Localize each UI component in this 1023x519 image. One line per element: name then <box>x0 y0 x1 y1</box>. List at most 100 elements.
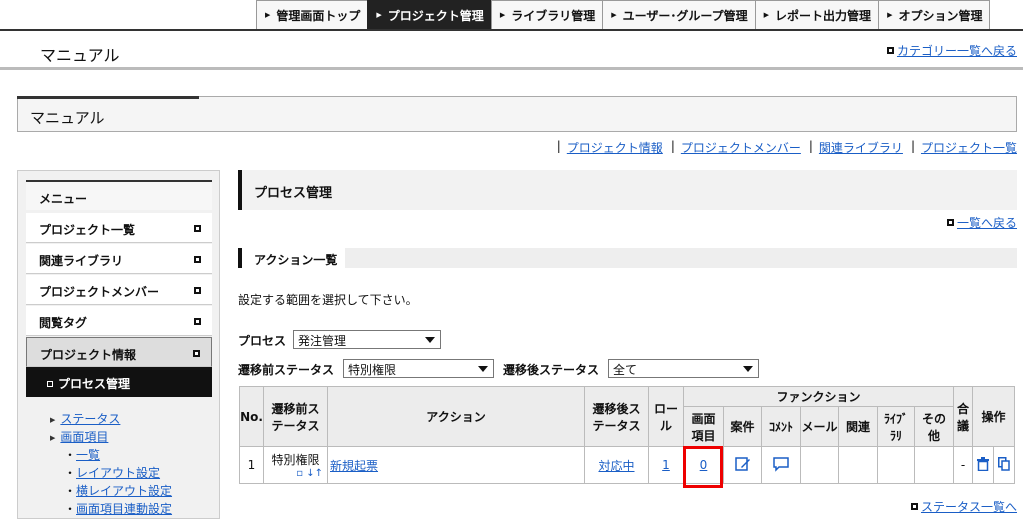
chevron-down-icon <box>743 366 753 372</box>
sidebar-sub2-linkage[interactable]: ・画面項目連動設定 <box>64 500 172 517</box>
square-bullet-icon <box>194 287 201 294</box>
col-other: その他 <box>914 406 954 447</box>
cell-before-status-text: 特別権限 <box>271 453 320 467</box>
cell-action: 新規起票 <box>327 446 585 484</box>
sort-icon[interactable]: ↓↑ <box>306 468 323 479</box>
before-status-label: 遷移前ステータス <box>238 363 335 377</box>
col-screen-items: 画面項目 <box>683 406 724 447</box>
nav-arrow-icon: ▶ <box>265 11 271 19</box>
nav-label: 管理画面トップ <box>276 8 361 23</box>
cell-copy <box>993 446 1015 484</box>
sidebar-sub2-horizontal-layout[interactable]: ・横レイアウト設定 <box>64 482 172 499</box>
nav-admin-top[interactable]: ▶ 管理画面トップ <box>256 0 368 30</box>
nav-label: ライブラリ管理 <box>511 8 596 23</box>
sidebar-sub-status[interactable]: ▶ ステータス <box>50 410 120 427</box>
sidebar-sub2-layout[interactable]: ・レイアウト設定 <box>64 464 160 481</box>
sidebar-sub2-label[interactable]: 横レイアウト設定 <box>76 484 172 498</box>
role-link[interactable]: 1 <box>662 458 670 472</box>
sidebar-sub2-label[interactable]: 一覧 <box>76 448 100 462</box>
nav-user-group-admin[interactable]: ▶ ユーザー･グループ管理 <box>602 0 755 30</box>
cell-other <box>914 446 954 484</box>
sidebar-item-project-info[interactable]: プロジェクト情報 <box>26 337 212 367</box>
link-separator: | <box>910 139 915 153</box>
nav-option-admin[interactable]: ▶ オプション管理 <box>878 0 991 30</box>
col-council: 合議 <box>953 386 973 447</box>
sidebar-item-process-admin[interactable]: プロセス管理 <box>26 367 212 397</box>
sidebar-sub-label[interactable]: ステータス <box>60 412 120 426</box>
col-after-status: 遷移後ステータス <box>584 386 649 447</box>
back-to-list-label[interactable]: 一覧へ戻る <box>957 216 1017 230</box>
nav-arrow-icon: ▶ <box>376 11 382 19</box>
link-project-list[interactable]: プロジェクト一覧 <box>921 139 1017 156</box>
action-list-header: アクション一覧 <box>238 248 1017 268</box>
sidebar-sub2-label[interactable]: 画面項目連動設定 <box>76 502 172 516</box>
before-status-select[interactable]: 特別権限 <box>343 359 494 378</box>
col-case: 案件 <box>723 406 762 447</box>
square-bullet-icon <box>946 219 954 226</box>
process-select[interactable]: 発注管理 <box>293 330 441 349</box>
sidebar-item-label: プロセス管理 <box>58 377 131 391</box>
cell-comment <box>761 446 801 484</box>
nav-report-admin[interactable]: ▶ レポート出力管理 <box>754 0 879 30</box>
col-function: ファンクション <box>683 386 954 407</box>
nav-arrow-icon: ▶ <box>763 11 770 19</box>
col-action: アクション <box>327 386 585 447</box>
back-to-category-label[interactable]: カテゴリー一覧へ戻る <box>897 44 1017 58</box>
cell-after-status: 対応中 <box>584 446 649 484</box>
sidebar-sub2-list[interactable]: ・一覧 <box>64 446 100 463</box>
square-bullet-icon <box>910 503 918 510</box>
link-related-library[interactable]: 関連ライブラリ <box>819 139 903 156</box>
action-link[interactable]: 新規起票 <box>330 459 378 473</box>
sidebar-menu: メニュー プロジェクト一覧 関連ライブラリ プロジェクトメンバー 閲覧タグ プロ… <box>17 170 220 519</box>
after-status-select[interactable]: 全て <box>608 359 759 378</box>
cell-delete <box>972 446 994 484</box>
back-to-category-link[interactable]: カテゴリー一覧へ戻る <box>886 42 1017 59</box>
sidebar-item-view-tags[interactable]: 閲覧タグ <box>26 306 212 336</box>
table-header-row: No. 遷移前ステータス アクション 遷移後ステータス ロール ファンクション … <box>239 386 1015 447</box>
sidebar-sub-screen-items[interactable]: ▶ 画面項目 <box>50 428 108 445</box>
square-bullet-icon <box>47 381 53 387</box>
link-project-members[interactable]: プロジェクトメンバー <box>681 139 801 156</box>
col-no: No. <box>239 386 264 447</box>
trash-icon[interactable] <box>977 456 989 471</box>
link-separator: | <box>808 139 813 153</box>
nav-project-admin[interactable]: ▶ プロジェクト管理 <box>367 0 491 30</box>
back-to-status-link[interactable]: ステータス一覧へ <box>910 498 1017 515</box>
back-to-status-label[interactable]: ステータス一覧へ <box>921 500 1017 514</box>
nav-arrow-icon: ▶ <box>499 11 506 19</box>
sidebar-item-label: 関連ライブラリ <box>39 254 124 268</box>
back-to-list-link[interactable]: 一覧へ戻る <box>946 214 1017 231</box>
top-navigation: ▶ 管理画面トップ ▶ プロジェクト管理 ▶ ライブラリ管理 ▶ ユーザー･グループ管理… <box>256 0 991 30</box>
link-project-info[interactable]: プロジェクト情報 <box>567 139 663 156</box>
sidebar-sub2-label[interactable]: レイアウト設定 <box>76 466 160 480</box>
cell-before-status-icons: ▫ ↓↑ <box>264 468 327 479</box>
cell-case <box>723 446 762 484</box>
nav-label: プロジェクト管理 <box>387 8 484 23</box>
sidebar-sub-label[interactable]: 画面項目 <box>60 430 108 444</box>
sidebar-item-label: プロジェクト一覧 <box>39 223 136 237</box>
sidebar-item-label: プロジェクト情報 <box>40 348 137 362</box>
document-icon[interactable]: ▫ <box>296 468 303 479</box>
square-bullet-icon <box>193 350 200 357</box>
comment-icon[interactable] <box>772 456 790 472</box>
col-library: ﾗｲﾌﾞﾗﾘ <box>877 406 915 447</box>
cell-related <box>838 446 878 484</box>
col-ops: 操作 <box>972 386 1015 447</box>
cell-mail <box>800 446 839 484</box>
col-related: 関連 <box>838 406 878 447</box>
project-title: マニュアル <box>30 109 105 127</box>
nav-library-admin[interactable]: ▶ ライブラリ管理 <box>490 0 603 30</box>
sidebar-item-project-list[interactable]: プロジェクト一覧 <box>26 213 212 243</box>
project-title-box: マニュアル <box>17 96 1017 132</box>
nav-arrow-icon: ▶ <box>887 11 893 19</box>
after-status-link[interactable]: 対応中 <box>598 459 634 473</box>
sidebar-item-related-library[interactable]: 関連ライブラリ <box>26 244 212 274</box>
nav-arrow-icon: ▶ <box>611 11 617 19</box>
nav-label: レポート出力管理 <box>775 8 872 23</box>
col-mail: メール <box>800 406 839 447</box>
edit-icon[interactable] <box>734 456 751 472</box>
copy-icon[interactable] <box>998 456 1010 471</box>
col-before-status: 遷移前ステータス <box>263 386 328 447</box>
sidebar-item-project-members[interactable]: プロジェクトメンバー <box>26 275 212 305</box>
square-bullet-icon <box>194 256 201 263</box>
